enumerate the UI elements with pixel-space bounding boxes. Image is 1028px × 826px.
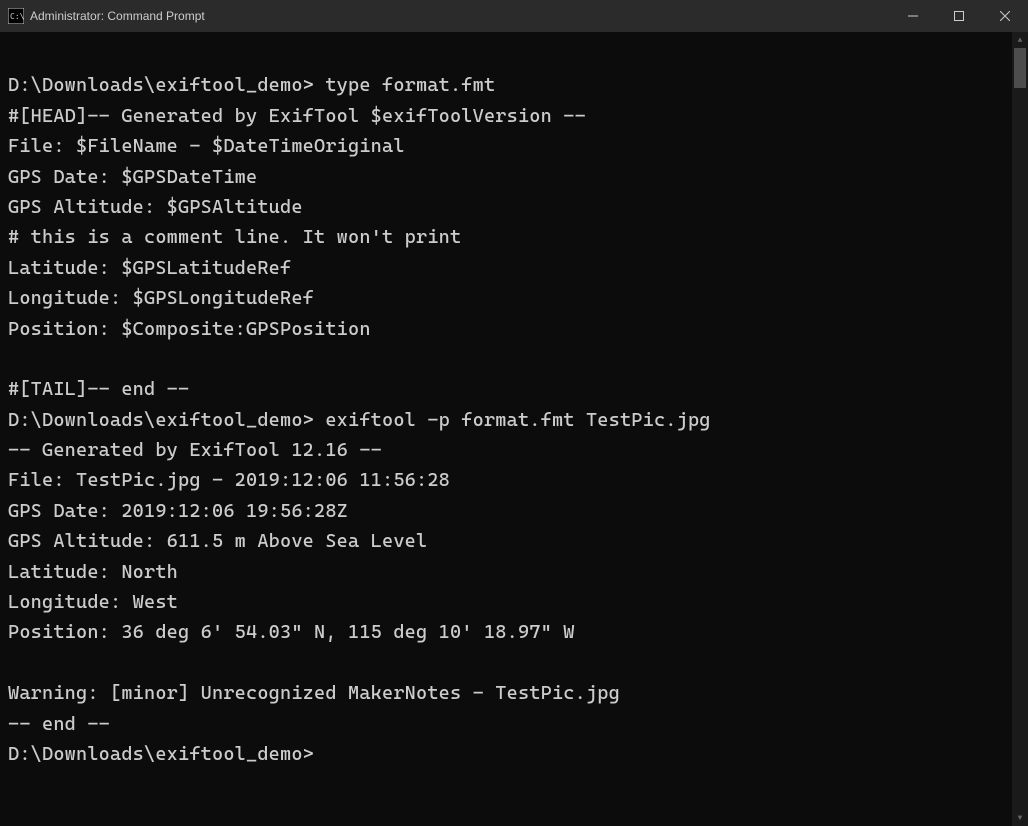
svg-text:C:\: C:\ [10, 12, 24, 21]
minimize-button[interactable] [890, 0, 936, 32]
maximize-button[interactable] [936, 0, 982, 32]
close-button[interactable] [982, 0, 1028, 32]
window-controls [890, 0, 1028, 32]
app-icon: C:\ [8, 8, 24, 24]
window-title: Administrator: Command Prompt [30, 9, 205, 23]
titlebar[interactable]: C:\ Administrator: Command Prompt [0, 0, 1028, 32]
scrollbar-thumb[interactable] [1014, 48, 1026, 88]
scrollbar-vertical[interactable]: ▲ ▼ [1012, 32, 1028, 826]
scroll-up-arrow-icon[interactable]: ▲ [1012, 32, 1028, 48]
scroll-down-arrow-icon[interactable]: ▼ [1012, 810, 1028, 826]
terminal-content[interactable]: D:\Downloads\exiftool_demo> type format.… [0, 32, 1012, 826]
terminal-area: D:\Downloads\exiftool_demo> type format.… [0, 32, 1028, 826]
